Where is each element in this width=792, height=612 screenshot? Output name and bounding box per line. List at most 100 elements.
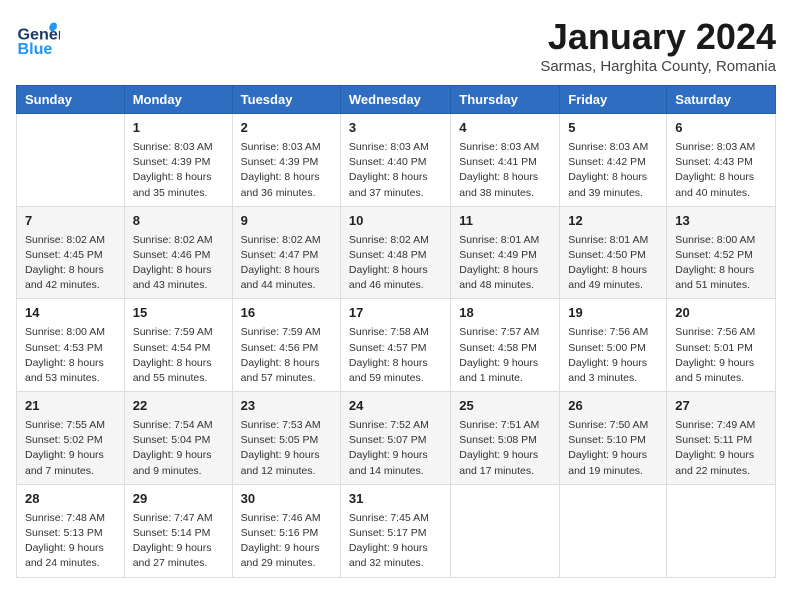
day-cell: 8Sunrise: 8:02 AM Sunset: 4:46 PM Daylig… <box>124 206 232 299</box>
day-info: Sunrise: 7:52 AM Sunset: 5:07 PM Dayligh… <box>349 418 442 479</box>
day-info: Sunrise: 7:49 AM Sunset: 5:11 PM Dayligh… <box>675 418 767 479</box>
day-cell: 2 Sunrise: 8:03 AM Sunset: 4:39 PM Daylig… <box>232 114 340 207</box>
day-info: Sunrise: 8:00 AM Sunset: 4:53 PM Dayligh… <box>25 325 116 386</box>
header-cell-sunday: Sunday <box>17 86 125 114</box>
day-number: 23 <box>241 397 332 416</box>
calendar-header: SundayMondayTuesdayWednesdayThursdayFrid… <box>17 86 776 114</box>
header-cell-thursday: Thursday <box>451 86 560 114</box>
week-row-5: 28 Sunrise: 7:48 AM Sunset: 5:13 PM Dayli… <box>17 484 776 577</box>
day-number: 11 <box>459 212 551 231</box>
day-info: Sunrise: 7:56 AM Sunset: 5:00 PM Dayligh… <box>568 325 658 386</box>
day-cell: 9 Sunrise: 8:02 AM Sunset: 4:47 PM Daylig… <box>232 206 340 299</box>
day-number: 1 <box>133 119 224 138</box>
day-info: Sunrise: 7:46 AM Sunset: 5:16 PM Dayligh… <box>241 511 332 572</box>
day-number: 5 <box>568 119 658 138</box>
day-number: 12 <box>568 212 658 231</box>
day-cell: 3Sunrise: 8:03 AM Sunset: 4:40 PM Daylig… <box>340 114 450 207</box>
calendar-table: SundayMondayTuesdayWednesdayThursdayFrid… <box>16 85 776 578</box>
day-info: Sunrise: 8:03 AM Sunset: 4:39 PM Dayligh… <box>241 140 332 201</box>
day-info: Sunrise: 8:01 AM Sunset: 4:50 PM Dayligh… <box>568 233 658 294</box>
day-number: 19 <box>568 304 658 323</box>
day-number: 18 <box>459 304 551 323</box>
day-info: Sunrise: 8:03 AM Sunset: 4:39 PM Dayligh… <box>133 140 224 201</box>
day-number: 15 <box>133 304 224 323</box>
day-cell: 31Sunrise: 7:45 AM Sunset: 5:17 PM Dayli… <box>340 484 450 577</box>
day-number: 16 <box>241 304 332 323</box>
header-cell-saturday: Saturday <box>667 86 776 114</box>
day-cell <box>667 484 776 577</box>
day-cell: 17 Sunrise: 7:58 AM Sunset: 4:57 PM Dayli… <box>340 299 450 392</box>
day-cell: 19 Sunrise: 7:56 AM Sunset: 5:00 PM Dayli… <box>560 299 667 392</box>
day-cell <box>17 114 125 207</box>
day-number: 14 <box>25 304 116 323</box>
day-cell: 13 Sunrise: 8:00 AM Sunset: 4:52 PM Dayli… <box>667 206 776 299</box>
day-cell: 14 Sunrise: 8:00 AM Sunset: 4:53 PM Dayli… <box>17 299 125 392</box>
day-cell: 20 Sunrise: 7:56 AM Sunset: 5:01 PM Dayli… <box>667 299 776 392</box>
day-cell: 29Sunrise: 7:47 AM Sunset: 5:14 PM Dayli… <box>124 484 232 577</box>
day-info: Sunrise: 7:58 AM Sunset: 4:57 PM Dayligh… <box>349 325 442 386</box>
day-number: 10 <box>349 212 442 231</box>
svg-text:Blue: Blue <box>17 40 52 58</box>
day-number: 30 <box>241 490 332 509</box>
day-cell: 6Sunrise: 8:03 AM Sunset: 4:43 PM Daylig… <box>667 114 776 207</box>
day-number: 26 <box>568 397 658 416</box>
day-info: Sunrise: 8:02 AM Sunset: 4:48 PM Dayligh… <box>349 233 442 294</box>
day-info: Sunrise: 8:01 AM Sunset: 4:49 PM Dayligh… <box>459 233 551 294</box>
week-row-2: 7Sunrise: 8:02 AM Sunset: 4:45 PM Daylig… <box>17 206 776 299</box>
title-area: January 2024 Sarmas, Harghita County, Ro… <box>540 16 776 75</box>
day-info: Sunrise: 7:54 AM Sunset: 5:04 PM Dayligh… <box>133 418 224 479</box>
day-number: 13 <box>675 212 767 231</box>
day-cell: 1 Sunrise: 8:03 AM Sunset: 4:39 PM Daylig… <box>124 114 232 207</box>
day-cell: 4Sunrise: 8:03 AM Sunset: 4:41 PM Daylig… <box>451 114 560 207</box>
day-cell: 18Sunrise: 7:57 AM Sunset: 4:58 PM Dayli… <box>451 299 560 392</box>
day-info: Sunrise: 7:50 AM Sunset: 5:10 PM Dayligh… <box>568 418 658 479</box>
day-number: 20 <box>675 304 767 323</box>
calendar-body: 1 Sunrise: 8:03 AM Sunset: 4:39 PM Daylig… <box>17 114 776 578</box>
day-number: 21 <box>25 397 116 416</box>
header-row: SundayMondayTuesdayWednesdayThursdayFrid… <box>17 86 776 114</box>
main-title: January 2024 <box>540 16 776 58</box>
day-cell: 25 Sunrise: 7:51 AM Sunset: 5:08 PM Dayli… <box>451 392 560 485</box>
day-number: 29 <box>133 490 224 509</box>
header-cell-friday: Friday <box>560 86 667 114</box>
day-cell: 15 Sunrise: 7:59 AM Sunset: 4:54 PM Dayli… <box>124 299 232 392</box>
day-number: 25 <box>459 397 551 416</box>
day-cell: 30 Sunrise: 7:46 AM Sunset: 5:16 PM Dayli… <box>232 484 340 577</box>
week-row-1: 1 Sunrise: 8:03 AM Sunset: 4:39 PM Daylig… <box>17 114 776 207</box>
day-info: Sunrise: 8:03 AM Sunset: 4:40 PM Dayligh… <box>349 140 442 201</box>
day-cell: 5 Sunrise: 8:03 AM Sunset: 4:42 PM Daylig… <box>560 114 667 207</box>
day-cell: 27Sunrise: 7:49 AM Sunset: 5:11 PM Dayli… <box>667 392 776 485</box>
day-info: Sunrise: 7:51 AM Sunset: 5:08 PM Dayligh… <box>459 418 551 479</box>
day-cell: 26 Sunrise: 7:50 AM Sunset: 5:10 PM Dayli… <box>560 392 667 485</box>
day-number: 31 <box>349 490 442 509</box>
subtitle: Sarmas, Harghita County, Romania <box>540 58 776 75</box>
day-number: 28 <box>25 490 116 509</box>
day-cell: 11 Sunrise: 8:01 AM Sunset: 4:49 PM Dayli… <box>451 206 560 299</box>
day-info: Sunrise: 8:00 AM Sunset: 4:52 PM Dayligh… <box>675 233 767 294</box>
day-info: Sunrise: 8:03 AM Sunset: 4:41 PM Dayligh… <box>459 140 551 201</box>
day-number: 2 <box>241 119 332 138</box>
day-info: Sunrise: 7:56 AM Sunset: 5:01 PM Dayligh… <box>675 325 767 386</box>
day-cell: 24 Sunrise: 7:52 AM Sunset: 5:07 PM Dayli… <box>340 392 450 485</box>
day-info: Sunrise: 8:03 AM Sunset: 4:43 PM Dayligh… <box>675 140 767 201</box>
week-row-3: 14 Sunrise: 8:00 AM Sunset: 4:53 PM Dayli… <box>17 299 776 392</box>
day-info: Sunrise: 7:55 AM Sunset: 5:02 PM Dayligh… <box>25 418 116 479</box>
day-info: Sunrise: 8:03 AM Sunset: 4:42 PM Dayligh… <box>568 140 658 201</box>
logo-icon: General Blue <box>16 16 60 60</box>
day-cell: 21 Sunrise: 7:55 AM Sunset: 5:02 PM Dayli… <box>17 392 125 485</box>
day-info: Sunrise: 7:48 AM Sunset: 5:13 PM Dayligh… <box>25 511 116 572</box>
day-cell: 23 Sunrise: 7:53 AM Sunset: 5:05 PM Dayli… <box>232 392 340 485</box>
logo: General Blue <box>16 16 60 60</box>
day-cell: 12 Sunrise: 8:01 AM Sunset: 4:50 PM Dayli… <box>560 206 667 299</box>
day-cell: 10 Sunrise: 8:02 AM Sunset: 4:48 PM Dayli… <box>340 206 450 299</box>
day-number: 24 <box>349 397 442 416</box>
day-number: 7 <box>25 212 116 231</box>
day-info: Sunrise: 7:59 AM Sunset: 4:54 PM Dayligh… <box>133 325 224 386</box>
day-number: 9 <box>241 212 332 231</box>
day-cell <box>451 484 560 577</box>
day-info: Sunrise: 8:02 AM Sunset: 4:47 PM Dayligh… <box>241 233 332 294</box>
day-info: Sunrise: 7:53 AM Sunset: 5:05 PM Dayligh… <box>241 418 332 479</box>
header-cell-monday: Monday <box>124 86 232 114</box>
day-cell: 28 Sunrise: 7:48 AM Sunset: 5:13 PM Dayli… <box>17 484 125 577</box>
day-number: 17 <box>349 304 442 323</box>
